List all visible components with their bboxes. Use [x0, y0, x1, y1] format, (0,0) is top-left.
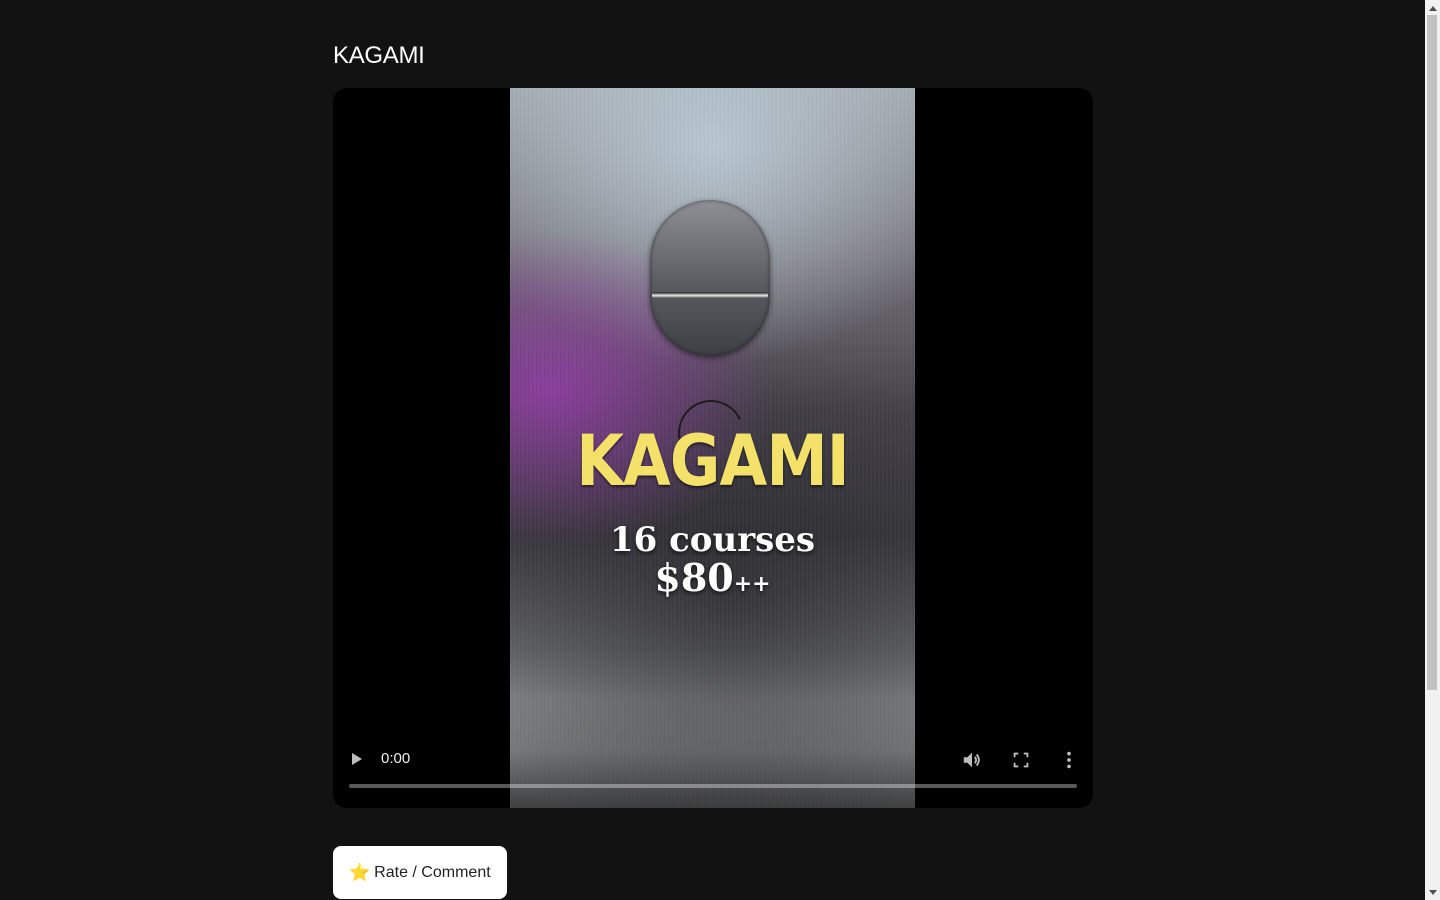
- volume-icon: [963, 752, 980, 768]
- fullscreen-icon: [1013, 752, 1029, 768]
- rate-comment-button[interactable]: ⭐ Rate / Comment: [333, 846, 507, 899]
- play-button[interactable]: [347, 748, 367, 770]
- rate-comment-label: Rate / Comment: [374, 863, 491, 881]
- fullscreen-button[interactable]: [1010, 749, 1032, 771]
- wall-fixture: [650, 200, 770, 356]
- scrollbar[interactable]: [1425, 0, 1440, 900]
- play-icon: [352, 753, 362, 765]
- more-options-icon: [1067, 751, 1071, 769]
- scroll-down-button[interactable]: [1425, 885, 1440, 900]
- scrollbar-thumb[interactable]: [1427, 15, 1437, 690]
- scroll-up-button[interactable]: [1425, 0, 1440, 15]
- video-progress-bar[interactable]: [349, 784, 1077, 788]
- scroll-down-icon: [1428, 889, 1437, 895]
- more-options-button[interactable]: [1058, 749, 1080, 771]
- video-overlay-courses: 16 courses: [609, 520, 816, 560]
- star-icon: ⭐: [349, 863, 371, 882]
- scroll-up-icon: [1428, 5, 1437, 11]
- video-overlay-price: $80++: [510, 556, 915, 606]
- page-title: KAGAMI: [333, 42, 425, 69]
- volume-button[interactable]: [961, 749, 983, 771]
- wall-fixture-light: [652, 292, 768, 298]
- video-overlay-price-value: $80: [654, 555, 734, 600]
- current-time: 0:00: [381, 750, 411, 767]
- page: KAGAMI KAGAMI 16 courses $80++ 0:00 ⭐ Ra…: [0, 0, 1440, 900]
- video-overlay-name: KAGAMI: [576, 420, 849, 502]
- video-player[interactable]: KAGAMI 16 courses $80++ 0:00: [333, 88, 1093, 808]
- video-overlay-price-suffix: ++: [733, 571, 771, 597]
